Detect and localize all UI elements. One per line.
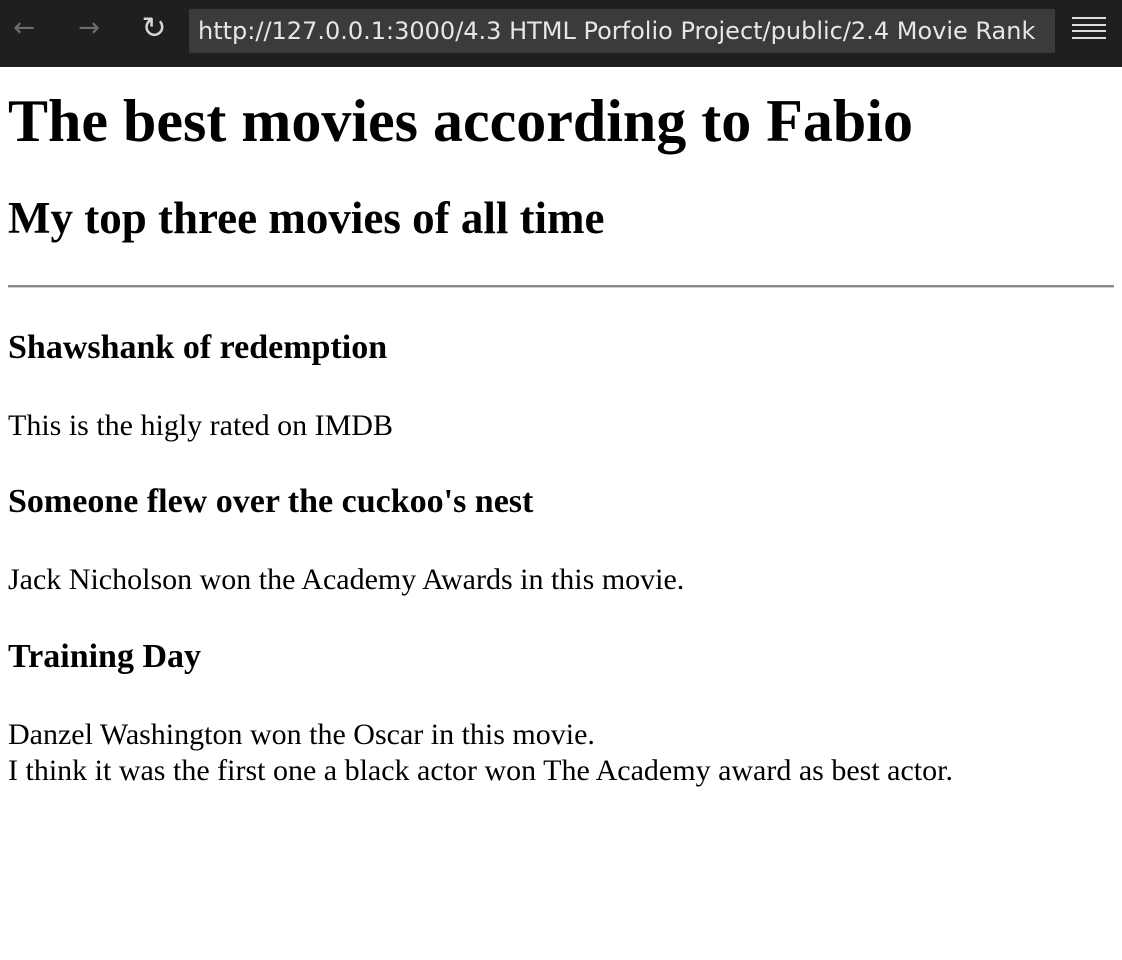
menu-icon[interactable] [1072, 14, 1106, 42]
movie-description: This is the higly rated on IMDB [8, 409, 393, 442]
movie-description: Jack Nicholson won the Academy Awards in… [8, 563, 685, 596]
movie-title: Shawshank of redemption [8, 329, 388, 366]
address-bar[interactable]: http://127.0.0.1:3000/4.3 HTML Porfolio … [189, 9, 1055, 53]
movie-description-line: I think it was the first one a black act… [8, 754, 953, 787]
reload-icon[interactable]: ↻ [134, 10, 174, 46]
divider [8, 285, 1114, 288]
page-subtitle: My top three movies of all time [8, 193, 605, 243]
movie-description-line: Danzel Washington won the Oscar in this … [8, 718, 595, 751]
movie-title: Training Day [8, 638, 202, 675]
back-arrow-icon[interactable]: ← [4, 10, 44, 46]
browser-toolbar: ← → ↻ http://127.0.0.1:3000/4.3 HTML Por… [0, 0, 1122, 67]
page-content: The best movies according to Fabio My to… [0, 87, 1122, 789]
movie-description: Danzel Washington won the Oscar in this … [8, 717, 1114, 789]
movie-title: Someone flew over the cuckoo's nest [8, 483, 534, 520]
forward-arrow-icon[interactable]: → [69, 10, 109, 46]
page-title: The best movies according to Fabio [8, 88, 913, 154]
